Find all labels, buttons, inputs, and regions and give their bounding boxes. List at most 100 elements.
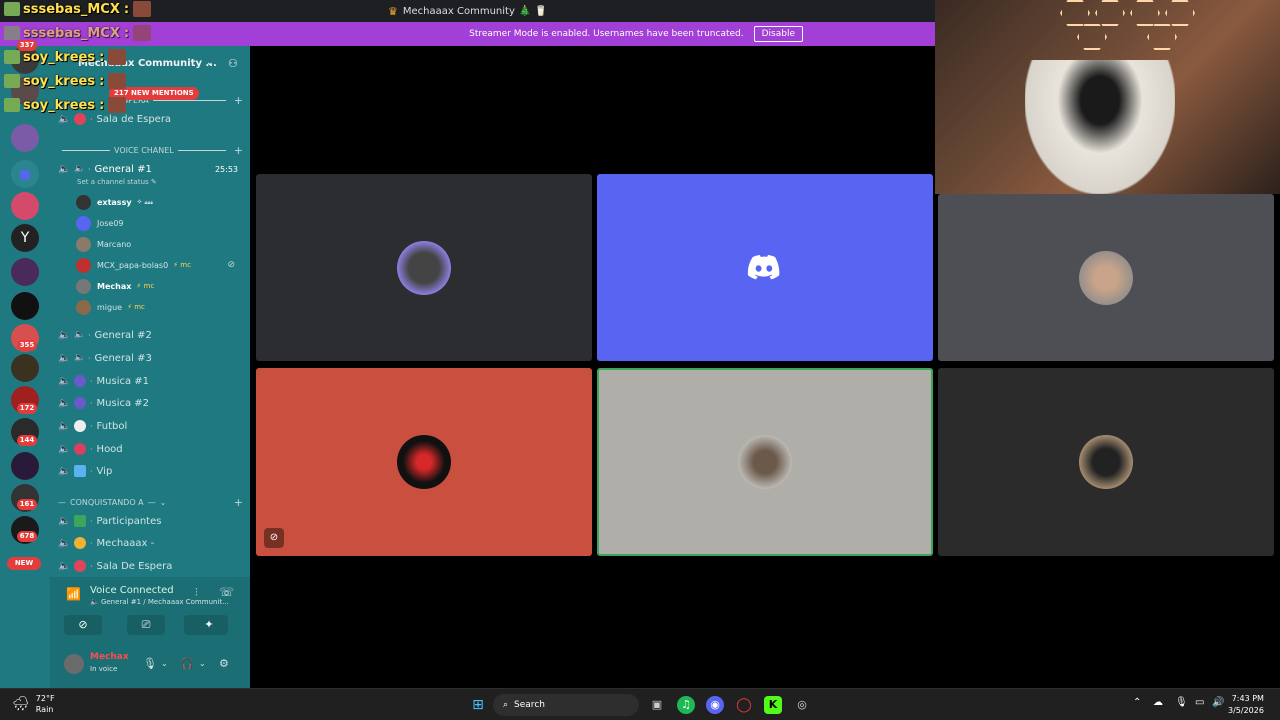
chat-separator: : bbox=[123, 25, 130, 41]
gear-icon[interactable]: ⚙ bbox=[219, 657, 229, 670]
voice-member[interactable]: MCX_papa-bolas0 ⚡ mc ⊘ bbox=[76, 255, 241, 275]
microphone-icon[interactable]: 🎙 bbox=[143, 657, 157, 670]
category-conquistando[interactable]: — CONQUISTANDO A — ⌄ + bbox=[58, 495, 243, 509]
network-icon[interactable]: ▭ bbox=[1195, 697, 1204, 708]
windows-start-icon[interactable]: ⊞ bbox=[469, 696, 487, 714]
volume-icon[interactable]: 🔊 bbox=[1212, 697, 1224, 708]
voice-channel-path[interactable]: 🔈 General #1 / Mechaaax Communit... bbox=[90, 598, 229, 606]
channel-status-hint[interactable]: Set a channel status ✎ bbox=[77, 178, 157, 186]
weather-widget[interactable]: 🌧 72°F Rain bbox=[12, 693, 55, 715]
channel-hood[interactable]: 🔈 · Hood bbox=[58, 439, 242, 459]
chevron-up-icon[interactable]: ⌃ bbox=[1133, 697, 1141, 708]
speaker-icon: 🔈 bbox=[90, 598, 101, 606]
server-icon[interactable]: Y bbox=[11, 224, 39, 252]
participant-tile-speaking[interactable] bbox=[597, 368, 933, 556]
server-icon[interactable] bbox=[11, 258, 39, 286]
music-note-icon bbox=[74, 397, 86, 409]
chat-badge-icon bbox=[4, 2, 20, 16]
participant-tile[interactable] bbox=[938, 194, 1274, 361]
user-avatar[interactable] bbox=[64, 654, 84, 674]
microphone-icon[interactable]: 🎙 bbox=[1175, 697, 1188, 708]
user-name[interactable]: Mechax bbox=[90, 652, 129, 662]
share-screen-button[interactable]: ⎚ bbox=[127, 615, 165, 635]
hexagon-light bbox=[1147, 24, 1177, 50]
signal-icon[interactable]: 📶 bbox=[66, 587, 81, 601]
server-icon[interactable] bbox=[11, 292, 39, 320]
voice-member[interactable]: extassy ✧ 𝓼𝓼𝓼 bbox=[76, 192, 241, 212]
member-tag: ⚡ mc bbox=[173, 261, 191, 269]
channel-participantes[interactable]: 🔈 · Participantes bbox=[58, 511, 242, 531]
disable-streamer-button[interactable]: Disable bbox=[753, 26, 803, 42]
participant-avatar bbox=[738, 435, 792, 489]
participant-tile[interactable] bbox=[597, 174, 933, 361]
category-voice[interactable]: VOICE CHANEL + bbox=[58, 143, 243, 157]
chevron-down-icon[interactable]: ⌄ bbox=[161, 659, 168, 668]
opera-icon[interactable]: ◯ bbox=[735, 696, 753, 714]
voice-member[interactable]: Mechax ⚡ mc bbox=[76, 276, 241, 296]
avatar bbox=[76, 236, 91, 252]
channel-futbol[interactable]: 🔈 · Futbol bbox=[58, 416, 242, 436]
weather-condition: Rain bbox=[35, 705, 54, 714]
participant-avatar bbox=[1079, 435, 1133, 489]
avatar bbox=[76, 215, 91, 231]
server-icon[interactable] bbox=[11, 452, 39, 480]
invite-user-icon[interactable]: ⚇ bbox=[228, 57, 238, 70]
no-entry-icon bbox=[74, 560, 86, 572]
task-view-icon[interactable]: ▣ bbox=[648, 696, 666, 714]
participant-tile[interactable]: ⊘ bbox=[256, 368, 592, 556]
system-clock[interactable]: 7:43 PM 3/5/2026 bbox=[1228, 693, 1264, 717]
chat-separator: : bbox=[99, 49, 105, 65]
clock-date: 3/5/2026 bbox=[1228, 706, 1264, 715]
crown-icon: ♛ bbox=[388, 4, 398, 18]
discord-app-icon[interactable]: ◉ bbox=[706, 696, 724, 714]
chat-message: soy_krees : bbox=[4, 49, 127, 65]
voice-member[interactable]: Marcano bbox=[76, 234, 241, 254]
chat-badge-icon bbox=[4, 26, 20, 40]
kick-icon[interactable]: K bbox=[764, 696, 782, 714]
add-channel-icon[interactable]: + bbox=[234, 496, 243, 509]
obs-icon[interactable]: ◎ bbox=[793, 696, 811, 714]
member-name: MCX_papa-bolas0 bbox=[97, 260, 169, 270]
channel-mechaaax[interactable]: 🔈 · Mechaaax - bbox=[58, 533, 242, 553]
onedrive-icon[interactable]: ☁ bbox=[1153, 697, 1163, 708]
devil-icon bbox=[74, 443, 86, 455]
soundboard-button[interactable]: ✦ bbox=[190, 615, 228, 635]
channel-general-2[interactable]: 🔈 🔈 · General #2 bbox=[58, 325, 242, 345]
disconnect-icon[interactable]: ☏ bbox=[219, 585, 234, 599]
channel-label: Participantes bbox=[96, 515, 162, 527]
new-unreads-pill[interactable]: NEW bbox=[7, 557, 41, 570]
crown-icon bbox=[74, 537, 86, 549]
noise-suppression-icon[interactable]: ⫶ bbox=[195, 586, 198, 600]
speaker-icon: 🔈 bbox=[74, 353, 86, 363]
channel-sala-de-espera[interactable]: 🔈 · Sala De Espera bbox=[58, 556, 242, 576]
category-label: VOICE CHANEL bbox=[114, 145, 174, 155]
spotify-icon[interactable]: ♫ bbox=[677, 696, 695, 714]
voice-member[interactable]: Jose09 bbox=[76, 213, 241, 233]
chat-user: sssebas_MCX bbox=[23, 1, 120, 17]
call-timer: 25:53 bbox=[214, 164, 238, 174]
add-channel-icon[interactable]: + bbox=[234, 144, 243, 157]
add-channel-icon[interactable]: + bbox=[234, 94, 243, 107]
channel-musica-1[interactable]: 🔈 · Musica #1 bbox=[58, 371, 242, 391]
server-icon[interactable] bbox=[11, 192, 39, 220]
server-icon[interactable] bbox=[11, 354, 39, 382]
chevron-down-icon: ⌄ bbox=[159, 497, 167, 507]
channel-general-3[interactable]: 🔈 🔈 · General #3 bbox=[58, 348, 242, 368]
taskbar-search[interactable]: ⌕ Search bbox=[493, 694, 639, 716]
participant-avatar bbox=[397, 435, 451, 489]
channel-vip[interactable]: 🔈 · Vip bbox=[58, 461, 242, 481]
hexagon-light bbox=[1165, 0, 1195, 26]
server-icon[interactable] bbox=[11, 124, 39, 152]
channel-musica-2[interactable]: 🔈 · Musica #2 bbox=[58, 393, 242, 413]
voice-member[interactable]: migue ⚡ mc bbox=[76, 297, 241, 317]
channel-general-1[interactable]: 🔈 🔈 · General #1 25:53 bbox=[58, 159, 242, 179]
folder-icon[interactable]: ■ bbox=[11, 160, 39, 188]
chevron-down-icon[interactable]: ⌄ bbox=[199, 659, 206, 668]
headphones-icon[interactable]: 🎧 bbox=[180, 657, 194, 670]
participant-tile[interactable] bbox=[256, 174, 592, 361]
bullet: · bbox=[90, 398, 93, 408]
bullet: · bbox=[90, 421, 93, 431]
camera-off-button[interactable]: ⊘ bbox=[64, 615, 102, 635]
participant-tile[interactable] bbox=[938, 368, 1274, 556]
chat-separator: : bbox=[99, 73, 105, 89]
